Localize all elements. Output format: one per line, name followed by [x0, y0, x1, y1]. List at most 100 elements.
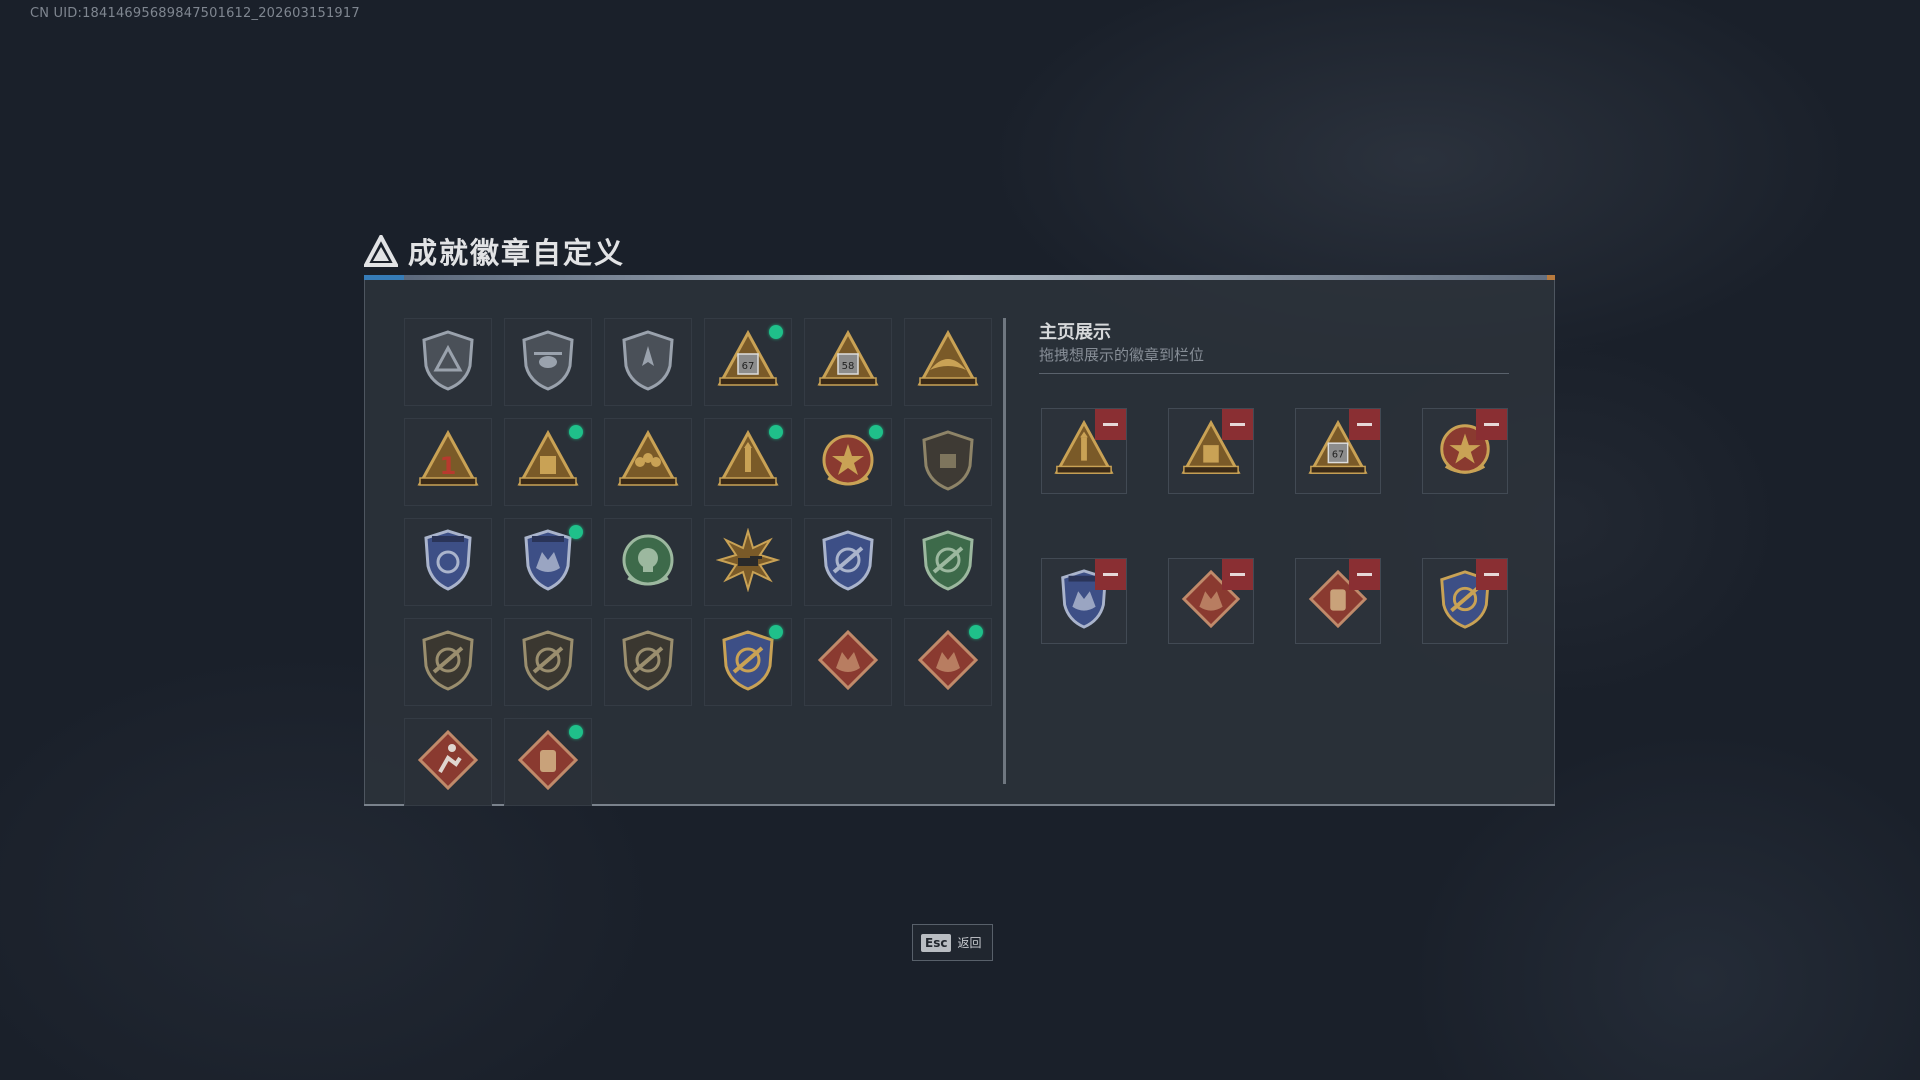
badge-cell[interactable]: 58 [804, 318, 892, 406]
badge-cell[interactable] [504, 718, 592, 806]
new-indicator-dot [569, 725, 583, 739]
remove-badge-button[interactable] [1222, 559, 1253, 590]
minus-icon [1230, 573, 1245, 576]
showcase-divider [1039, 373, 1509, 374]
rocket-badge-icon [716, 428, 780, 496]
new-indicator-dot [769, 425, 783, 439]
badge-cell[interactable] [404, 518, 492, 606]
badge-cell[interactable] [904, 518, 992, 606]
badge-cell[interactable] [704, 418, 792, 506]
showcase-slot[interactable] [1295, 558, 1381, 644]
showcase-slot[interactable] [1041, 408, 1127, 494]
helicopter-shield-badge-icon [516, 328, 580, 396]
badge-cell[interactable] [804, 418, 892, 506]
supply-crate-badge-icon [516, 428, 580, 496]
showcase-slot[interactable]: 67 [1295, 408, 1381, 494]
badge-cell[interactable] [804, 618, 892, 706]
blue-crest-badge-icon [416, 528, 480, 596]
badge-cell[interactable] [904, 618, 992, 706]
badge-cell[interactable] [504, 418, 592, 506]
new-indicator-dot [769, 325, 783, 339]
gold-wing-badge-icon [916, 328, 980, 396]
remove-badge-button[interactable] [1222, 409, 1253, 440]
minus-icon [1484, 423, 1499, 426]
badge-cell[interactable] [604, 318, 692, 406]
badge-cell[interactable] [404, 318, 492, 406]
showcase-subtitle: 拖拽想展示的徽章到栏位 [1039, 346, 1205, 364]
badge-cell[interactable] [804, 518, 892, 606]
scope-shield-badge-2-icon [516, 628, 580, 696]
vest-diamond-badge-icon [516, 728, 580, 796]
badge-cell[interactable]: 67 [704, 318, 792, 406]
shield-triangle-badge-icon [416, 328, 480, 396]
star-medal-badge-icon [816, 428, 880, 496]
badge-cell[interactable] [904, 318, 992, 406]
minus-icon [1103, 423, 1118, 426]
remove-badge-button[interactable] [1349, 409, 1380, 440]
showcase-slot[interactable] [1422, 558, 1508, 644]
new-indicator-dot [869, 425, 883, 439]
showcase-slot[interactable] [1168, 558, 1254, 644]
svg-text:67: 67 [742, 361, 755, 372]
minus-icon [1357, 573, 1372, 576]
back-button[interactable]: Esc 返回 [912, 924, 993, 961]
supply-67-badge-icon: 67 [716, 328, 780, 396]
scope-shield-badge-3-icon [616, 628, 680, 696]
panel-divider [1003, 318, 1006, 784]
badge-cell[interactable] [704, 518, 792, 606]
minus-icon [1103, 573, 1118, 576]
remove-badge-button[interactable] [1476, 409, 1507, 440]
uid-label: CN UID:18414695689847501612_202603151917 [30, 6, 360, 21]
badge-cell[interactable] [504, 518, 592, 606]
badge-cell[interactable] [904, 418, 992, 506]
squad-badge-icon [616, 428, 680, 496]
scope-shield-badge-1-icon [416, 628, 480, 696]
showcase-slot[interactable] [1041, 558, 1127, 644]
gold-rifle-shield-badge-icon [716, 628, 780, 696]
new-indicator-dot [569, 525, 583, 539]
badge-cell[interactable] [704, 618, 792, 706]
badge-cell[interactable] [404, 618, 492, 706]
triangle-logo-icon [364, 235, 398, 267]
svg-text:58: 58 [842, 361, 855, 372]
minus-icon [1484, 573, 1499, 576]
rank-1-badge-icon: 1 [416, 428, 480, 496]
green-skull-badge-icon [616, 528, 680, 596]
minus-icon [1230, 423, 1245, 426]
sun-tank-badge-icon [715, 527, 781, 596]
showcase-slot[interactable] [1168, 408, 1254, 494]
showcase-slot[interactable] [1422, 408, 1508, 494]
remove-badge-button[interactable] [1349, 559, 1380, 590]
badge-cell[interactable] [604, 418, 692, 506]
svg-text:67: 67 [1332, 450, 1344, 461]
badge-cell[interactable] [504, 318, 592, 406]
remove-badge-button[interactable] [1095, 409, 1126, 440]
badge-cell[interactable] [504, 618, 592, 706]
page-header: 成就徽章自定义 [364, 230, 625, 272]
page-title: 成就徽章自定义 [408, 236, 626, 270]
showcase-slots: 67 [1041, 408, 1508, 644]
badge-cell[interactable] [404, 718, 492, 806]
hand-shield-badge-icon [916, 428, 980, 496]
badge-cell[interactable] [604, 518, 692, 606]
badge-grid: 67 58 1 [404, 318, 1000, 806]
jet-shield-badge-icon [616, 328, 680, 396]
new-indicator-dot [969, 625, 983, 639]
blue-beast-crest-badge-icon [516, 528, 580, 596]
badge-cell[interactable]: 1 [404, 418, 492, 506]
green-rifle-shield-badge-icon [916, 528, 980, 596]
svg-text:1: 1 [440, 452, 457, 480]
remove-badge-button[interactable] [1476, 559, 1507, 590]
supply-58-badge-icon: 58 [816, 328, 880, 396]
remove-badge-button[interactable] [1095, 559, 1126, 590]
esc-key-icon: Esc [921, 933, 952, 952]
back-label: 返回 [957, 936, 982, 950]
blue-rifle-shield-badge-icon [816, 528, 880, 596]
minus-icon [1357, 423, 1372, 426]
showcase-title: 主页展示 [1039, 322, 1111, 343]
badge-cell[interactable] [604, 618, 692, 706]
dragon-diamond-badge-icon [916, 628, 980, 696]
wolf-diamond-badge-icon [816, 628, 880, 696]
new-indicator-dot [569, 425, 583, 439]
new-indicator-dot [769, 625, 783, 639]
